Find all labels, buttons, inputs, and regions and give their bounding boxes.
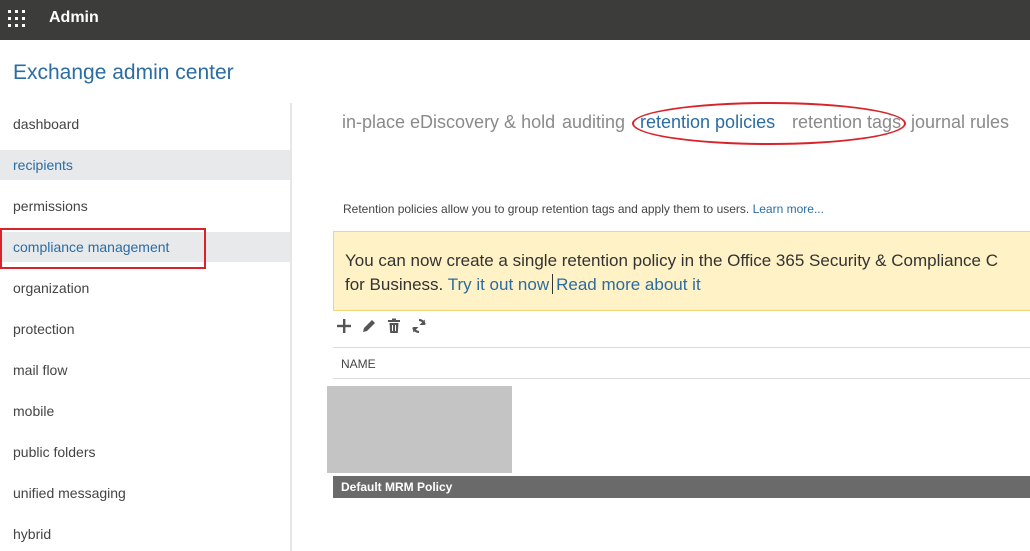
link-separator (552, 274, 554, 294)
column-header-name[interactable]: NAME (341, 357, 376, 371)
sidebar-item-protection[interactable]: protection (0, 314, 290, 344)
description-text: Retention policies allow you to group re… (343, 202, 753, 216)
read-more-link[interactable]: Read more about it (556, 275, 701, 294)
redacted-block (327, 386, 512, 473)
add-icon[interactable] (334, 318, 354, 338)
page-title: Exchange admin center (13, 61, 234, 84)
refresh-icon[interactable] (409, 318, 429, 338)
info-banner: You can now create a single retention po… (333, 231, 1030, 311)
sidebar-item-unified-messaging[interactable]: unified messaging (0, 478, 290, 508)
sidebar-item-hybrid[interactable]: hybrid (0, 519, 290, 549)
sidebar-item-public-folders[interactable]: public folders (0, 437, 290, 467)
table-row[interactable]: Default MRM Policy (333, 476, 1030, 498)
edit-icon[interactable] (359, 318, 379, 338)
banner-line-2: for Business. (345, 275, 448, 294)
tab-ediscovery-hold[interactable]: in-place eDiscovery & hold (342, 112, 555, 133)
highlight-box (0, 228, 206, 269)
top-bar: Admin (0, 0, 1030, 40)
sidebar-item-organization[interactable]: organization (0, 273, 290, 303)
highlight-ellipse (632, 102, 906, 145)
tab-journal-rules[interactable]: journal rules (911, 112, 1009, 133)
delete-icon[interactable] (384, 318, 404, 338)
app-name[interactable]: Admin (49, 9, 99, 27)
sidebar-item-permissions[interactable]: permissions (0, 191, 290, 221)
try-it-out-link[interactable]: Try it out now (448, 275, 549, 294)
banner-text: You can now create a single retention po… (345, 249, 998, 297)
sidebar-item-dashboard[interactable]: dashboard (0, 109, 290, 139)
sidebar: dashboard recipients permissions complia… (0, 103, 292, 551)
waffle-icon[interactable] (8, 10, 26, 28)
banner-line-1: You can now create a single retention po… (345, 251, 998, 270)
sidebar-item-mail-flow[interactable]: mail flow (0, 355, 290, 385)
row-name-cell: Default MRM Policy (341, 480, 453, 494)
sidebar-item-mobile[interactable]: mobile (0, 396, 290, 426)
table-header: NAME (333, 347, 1030, 379)
sidebar-item-recipients[interactable]: recipients (0, 150, 290, 180)
page-description: Retention policies allow you to group re… (343, 202, 824, 216)
tab-auditing[interactable]: auditing (562, 112, 625, 133)
learn-more-link[interactable]: Learn more... (753, 202, 824, 216)
